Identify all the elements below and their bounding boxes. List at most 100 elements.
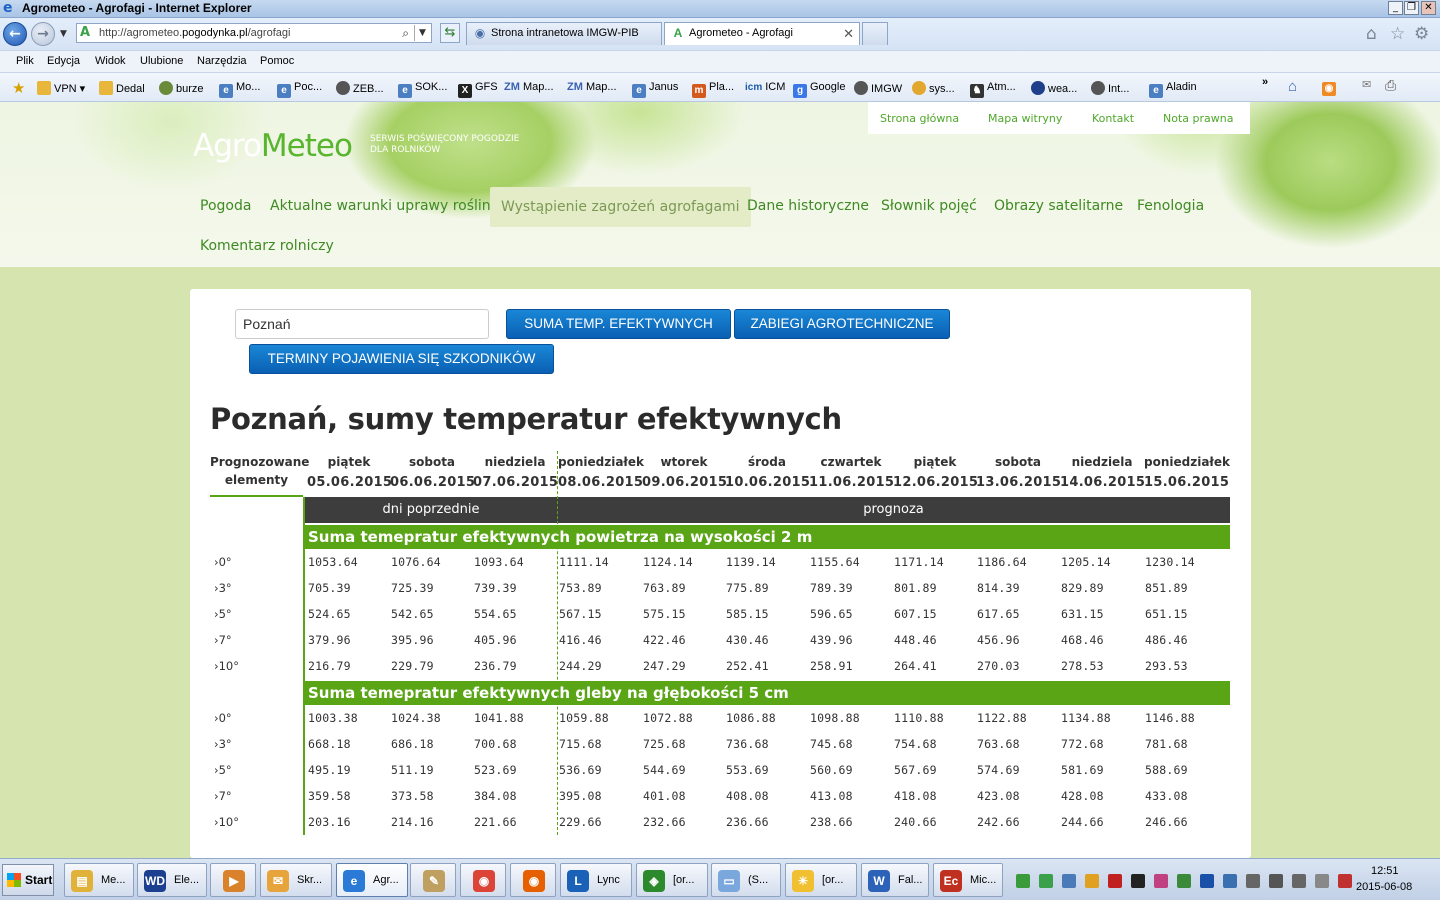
taskbar-item[interactable]: WD Ele... [137, 863, 207, 897]
tray-icon[interactable] [1062, 874, 1076, 888]
taskbar-item[interactable]: ▶ [210, 863, 256, 897]
table-cell: 468.46 [1061, 633, 1104, 647]
fav-sok[interactable]: e SOK... [398, 81, 447, 98]
more-favorites-icon[interactable]: » [1262, 76, 1268, 88]
taskbar-item[interactable]: Ec Mic... [933, 863, 1003, 897]
nav-warunki-uprawy[interactable]: Aktualne warunki uprawy roślin [270, 198, 491, 214]
fav-int[interactable]: Int... [1091, 81, 1129, 95]
tray-icon[interactable] [1085, 874, 1099, 888]
tray-icon[interactable] [1108, 874, 1122, 888]
back-icon[interactable]: ← [3, 22, 27, 46]
table-cell: 700.68 [474, 737, 517, 751]
fav-dedal[interactable]: Dedal [99, 81, 145, 95]
tray-icon[interactable] [1016, 874, 1030, 888]
tab-agrometeo[interactable]: A Agrometeo - Agrofagi ✕ [664, 22, 860, 45]
menu-help[interactable]: Pomoc [260, 55, 294, 67]
tray-icon[interactable] [1200, 874, 1214, 888]
forward-icon[interactable]: → [31, 22, 55, 46]
menu-favorites[interactable]: Ulubione [140, 55, 183, 67]
taskbar-item[interactable]: ✉ Skr... [260, 863, 332, 897]
favorites-star-icon[interactable]: ★ [12, 79, 25, 97]
nav-pogoda[interactable]: Pogoda [200, 198, 251, 214]
tray-icon[interactable] [1154, 874, 1168, 888]
table-cell: 1003.38 [308, 711, 358, 725]
taskbar-item[interactable]: ✎ [410, 863, 456, 897]
fav-map-2[interactable]: ZM Map... [567, 81, 617, 93]
nav-obrazy-satelitarne[interactable]: Obrazy satelitarne [994, 198, 1123, 214]
fav-vpn[interactable]: VPN ▾ [37, 81, 85, 95]
menu-edit[interactable]: Edycja [47, 55, 80, 67]
taskbar-item[interactable]: W Fal... [861, 863, 929, 897]
nav-dane-historyczne[interactable]: Dane historyczne [747, 198, 869, 214]
nav-fenologia[interactable]: Fenologia [1137, 198, 1204, 214]
fav-imgw[interactable]: IMGW [854, 81, 902, 95]
tray-icon[interactable] [1177, 874, 1191, 888]
tray-icon[interactable] [1269, 874, 1283, 888]
start-button[interactable]: Start [2, 864, 54, 896]
fav-wea[interactable]: wea... [1031, 81, 1077, 95]
refresh-icon[interactable]: ⇆ [440, 23, 460, 43]
fav-pla[interactable]: m Pla... [692, 81, 734, 98]
taskbar-item[interactable]: ☀ [or... [785, 863, 857, 897]
tray-icon[interactable] [1131, 874, 1145, 888]
tray-icon[interactable] [1246, 874, 1260, 888]
search-icon[interactable]: ⌕ [402, 26, 409, 41]
nav-agrofagi[interactable]: Wystąpienie zagrożeń agrofagami [490, 187, 751, 227]
nav-komentarz[interactable]: Komentarz rolniczy [200, 238, 334, 254]
settings-gear-icon[interactable]: ⚙ [1414, 24, 1429, 44]
fav-atm[interactable]: ♞ Atm... [970, 81, 1016, 98]
favorites-star-icon[interactable]: ☆ [1390, 24, 1405, 44]
taskbar-item[interactable]: L Lync [560, 863, 632, 897]
home-icon[interactable]: ⌂ [1288, 78, 1297, 95]
header-date: 15.06.2015 [1144, 475, 1230, 490]
close-tab-icon[interactable]: ✕ [843, 23, 854, 44]
menu-tools[interactable]: Narzędzia [197, 55, 247, 67]
fav-aladin[interactable]: e Aladin [1149, 81, 1197, 98]
fav-icm[interactable]: icm ICM [745, 81, 785, 93]
taskbar-item[interactable]: ◉ [460, 863, 506, 897]
taskbar-item[interactable]: ◈ [or... [636, 863, 708, 897]
taskbar-item[interactable]: e Agr... [336, 863, 408, 897]
fav-poc[interactable]: e Poc... [277, 81, 322, 98]
nav-slownik[interactable]: Słownik pojęć [881, 198, 977, 214]
link-contact[interactable]: Kontakt [1092, 112, 1134, 125]
address-dropdown-icon[interactable]: ▼ [414, 25, 430, 41]
taskbar-item[interactable]: ▤ Me... [64, 863, 134, 897]
fav-mo[interactable]: e Mo... [219, 81, 260, 98]
taskbar-item[interactable]: ▭ (S... [711, 863, 781, 897]
tray-icon[interactable] [1039, 874, 1053, 888]
fav-sys[interactable]: sys... [912, 81, 955, 95]
fav-janus[interactable]: e Janus [632, 81, 678, 98]
tray-icon[interactable] [1315, 874, 1329, 888]
address-bar[interactable]: A http://agrometeo.pogodynka.pl/agrofagi… [76, 23, 432, 43]
menu-file[interactable]: Plik [16, 55, 34, 67]
tray-icon[interactable] [1338, 874, 1352, 888]
fav-gfs[interactable]: X GFS [458, 81, 498, 98]
mail-icon[interactable]: ✉ [1362, 78, 1371, 91]
history-dropdown-icon[interactable]: ▼ [60, 29, 67, 39]
clock-date[interactable]: 2015-06-08 [1356, 881, 1412, 893]
tray-icon[interactable] [1292, 874, 1306, 888]
rss-icon[interactable]: ◉ [1322, 79, 1339, 96]
clock-time[interactable]: 12:51 [1371, 865, 1399, 877]
fav-burze[interactable]: burze [159, 81, 204, 95]
taskbar-item[interactable]: ◉ [510, 863, 556, 897]
tab-imgw-intranet[interactable]: ◉ Strona intranetowa IMGW-PIB [466, 22, 662, 45]
fav-google[interactable]: g Google [793, 81, 845, 98]
content-panel: Poznań SUMA TEMP. EFEKTYWNYCH ZABIEGI AG… [190, 289, 1251, 858]
menu-view[interactable]: Widok [95, 55, 126, 67]
link-home[interactable]: Strona główna [880, 112, 959, 125]
fav-zeb[interactable]: ZEB... [336, 81, 384, 95]
home-icon[interactable]: ⌂ [1366, 24, 1377, 44]
agrometeo-logo[interactable]: AgroMeteo [193, 128, 353, 164]
print-icon[interactable]: ⎙ [1385, 77, 1396, 94]
restore-icon[interactable]: ❐ [1404, 1, 1419, 15]
minimize-icon[interactable]: _ [1388, 1, 1403, 15]
link-sitemap[interactable]: Mapa witryny [988, 112, 1062, 125]
fav-map-1[interactable]: ZM Map... [504, 81, 554, 93]
close-window-icon[interactable]: ✕ [1421, 1, 1436, 15]
tray-icon[interactable] [1223, 874, 1237, 888]
link-legal[interactable]: Nota prawna [1163, 112, 1233, 125]
new-tab-button[interactable] [862, 22, 888, 45]
table-cell: 1186.64 [977, 555, 1027, 569]
